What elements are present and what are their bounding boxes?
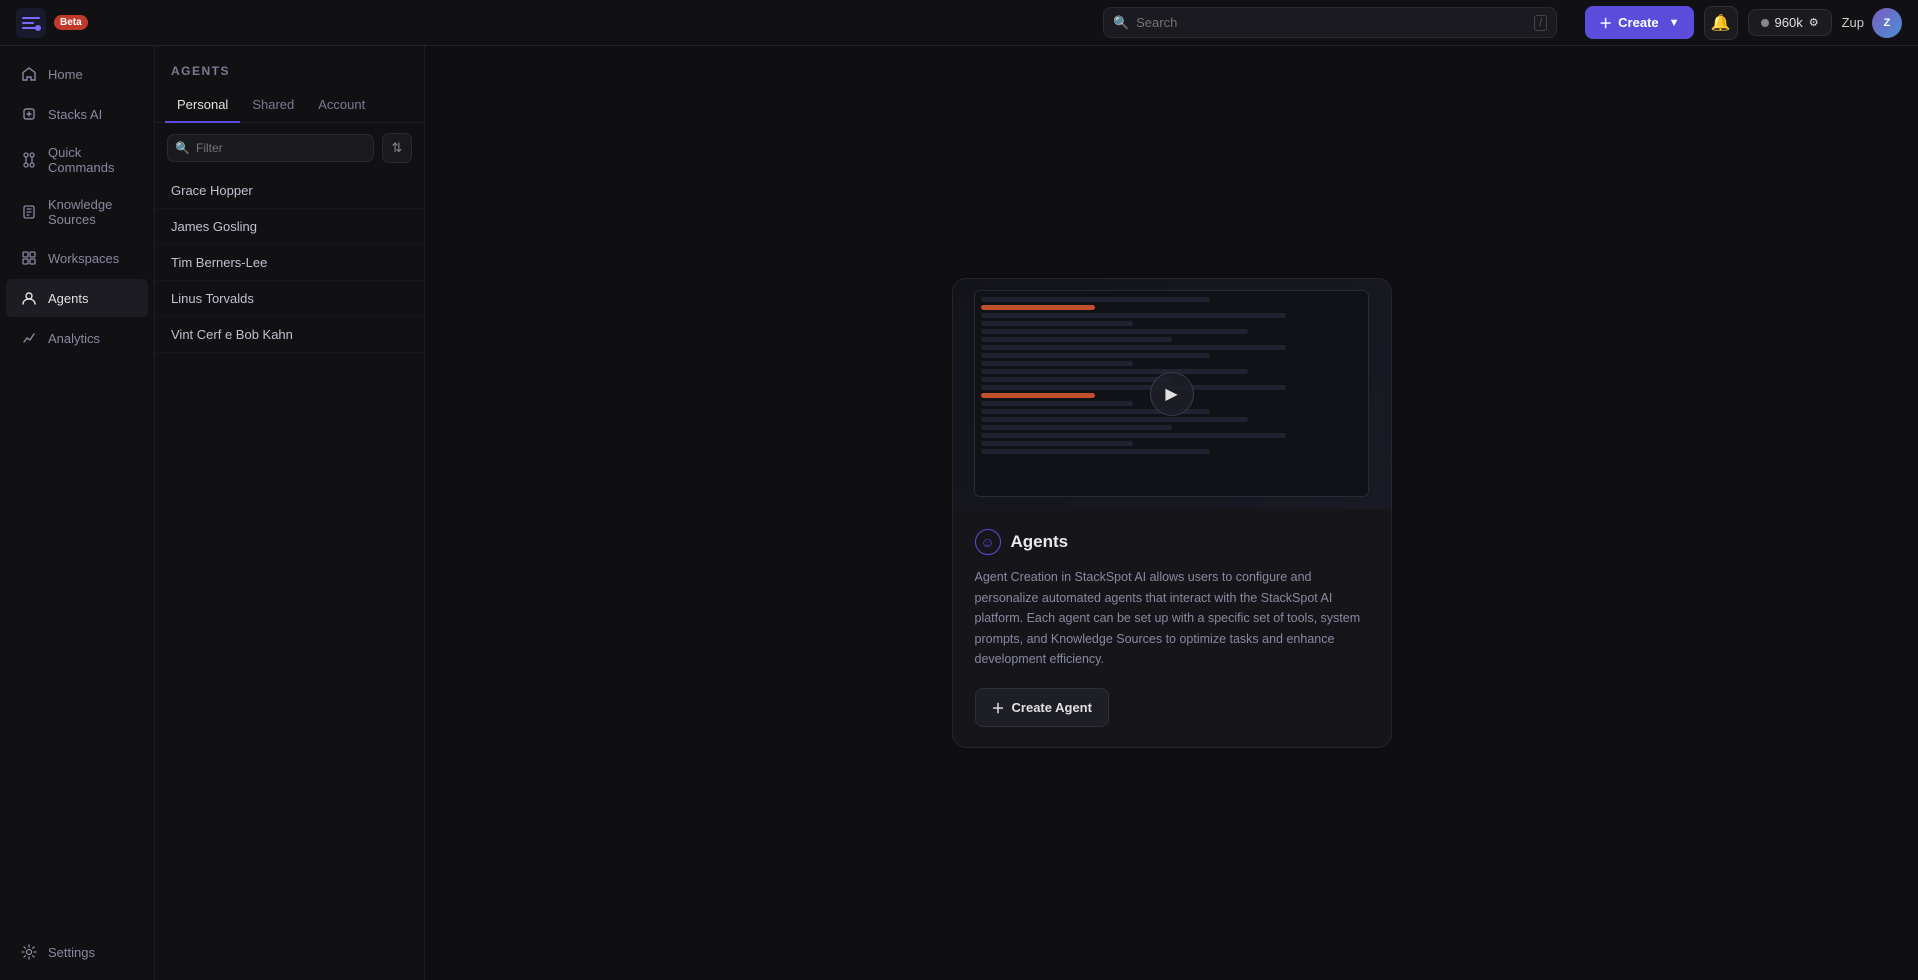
agents-filter-row: 🔍 ⇅ <box>155 123 424 173</box>
sidebar-item-settings[interactable]: Settings <box>6 933 148 971</box>
info-card-heading: ☺ Agents <box>975 529 1369 555</box>
search-bar: 🔍 / <box>1103 7 1557 38</box>
info-card-preview: ▶ <box>953 279 1391 509</box>
smiley-icon: ☺ <box>975 529 1001 555</box>
content-area: AGENTS Personal Shared Account 🔍 ⇅ Grace… <box>155 46 1918 980</box>
plus-icon: ＋ <box>992 698 1005 717</box>
logo-area: Beta <box>16 8 88 38</box>
sidebar-item-label-agents: Agents <box>48 291 88 306</box>
agents-panel: AGENTS Personal Shared Account 🔍 ⇅ Grace… <box>155 46 425 980</box>
user-area[interactable]: Zup Z <box>1842 8 1902 38</box>
agents-tabs: Personal Shared Account <box>155 88 424 123</box>
sidebar-item-label-quick-commands: Quick Commands <box>48 145 134 175</box>
main-content: ▶ ☺ Agents Agent Creation in StackSpot A… <box>425 46 1918 980</box>
agents-panel-title: AGENTS <box>171 64 408 78</box>
beta-badge: Beta <box>54 15 88 30</box>
stackspot-logo <box>16 8 46 38</box>
sidebar-item-label-workspaces: Workspaces <box>48 251 119 266</box>
sidebar-item-stacks-ai[interactable]: Stacks AI <box>6 95 148 133</box>
sidebar-item-workspaces[interactable]: Workspaces <box>6 239 148 277</box>
play-button[interactable]: ▶ <box>1150 372 1194 416</box>
info-card: ▶ ☺ Agents Agent Creation in StackSpot A… <box>952 278 1392 748</box>
settings-icon <box>20 943 38 961</box>
agents-list: Grace Hopper James Gosling Tim Berners-L… <box>155 173 424 980</box>
list-item[interactable]: Vint Cerf e Bob Kahn <box>155 317 424 353</box>
command-icon <box>20 151 38 169</box>
username-label: Zup <box>1842 15 1864 30</box>
create-label: Create <box>1618 15 1658 30</box>
create-dropdown-icon: ▼ <box>1669 17 1680 29</box>
create-agent-label: Create Agent <box>1012 700 1092 715</box>
notifications-button[interactable]: 🔔 <box>1704 6 1738 40</box>
main-layout: Home Stacks AI Quick Commands Knowledge … <box>0 46 1918 980</box>
tab-shared[interactable]: Shared <box>240 88 306 123</box>
sidebar: Home Stacks AI Quick Commands Knowledge … <box>0 46 155 980</box>
info-card-title: Agents <box>1011 532 1069 552</box>
sidebar-item-label-knowledge-sources: Knowledge Sources <box>48 197 134 227</box>
search-shortcut: / <box>1534 15 1547 31</box>
plus-icon: ＋ <box>1599 13 1612 32</box>
list-item[interactable]: Grace Hopper <box>155 173 424 209</box>
sidebar-item-label-settings: Settings <box>48 945 95 960</box>
filter-input-wrap: 🔍 <box>167 134 374 162</box>
credits-settings-icon: ⚙ <box>1809 16 1819 29</box>
list-item[interactable]: James Gosling <box>155 209 424 245</box>
sidebar-item-home[interactable]: Home <box>6 55 148 93</box>
search-icon: 🔍 <box>1113 15 1129 31</box>
filter-search-icon: 🔍 <box>175 141 190 155</box>
create-button[interactable]: ＋ Create ▼ <box>1585 6 1693 39</box>
bell-icon: 🔔 <box>1711 13 1731 33</box>
tab-personal[interactable]: Personal <box>165 88 240 123</box>
tab-account[interactable]: Account <box>306 88 377 123</box>
credits-badge[interactable]: 960k ⚙ <box>1748 9 1832 36</box>
credits-value: 960k <box>1775 15 1803 30</box>
sidebar-item-label-home: Home <box>48 67 83 82</box>
home-icon <box>20 65 38 83</box>
ai-icon <box>20 105 38 123</box>
info-card-body: ☺ Agents Agent Creation in StackSpot AI … <box>953 509 1391 747</box>
topbar: Beta 🔍 / ＋ Create ▼ 🔔 960k ⚙ Zup Z <box>0 0 1918 46</box>
agent-filter-input[interactable] <box>167 134 374 162</box>
sidebar-item-label-analytics: Analytics <box>48 331 100 346</box>
filter-sort-button[interactable]: ⇅ <box>382 133 412 163</box>
list-item[interactable]: Tim Berners-Lee <box>155 245 424 281</box>
agent-icon <box>20 289 38 307</box>
list-item[interactable]: Linus Torvalds <box>155 281 424 317</box>
sidebar-item-knowledge-sources[interactable]: Knowledge Sources <box>6 187 148 237</box>
play-icon: ▶ <box>1165 384 1177 404</box>
workspace-icon <box>20 249 38 267</box>
sidebar-bottom: Settings <box>0 932 154 972</box>
credits-dot-icon <box>1761 19 1769 27</box>
sidebar-item-agents[interactable]: Agents <box>6 279 148 317</box>
create-agent-button[interactable]: ＋ Create Agent <box>975 688 1109 727</box>
sidebar-item-quick-commands[interactable]: Quick Commands <box>6 135 148 185</box>
topbar-right: ＋ Create ▼ 🔔 960k ⚙ Zup Z <box>1585 6 1902 40</box>
avatar: Z <box>1872 8 1902 38</box>
sidebar-item-label-stacks-ai: Stacks AI <box>48 107 102 122</box>
sort-icon: ⇅ <box>392 140 403 156</box>
preview-screenshot: ▶ <box>953 279 1391 509</box>
search-input[interactable] <box>1103 7 1557 38</box>
info-card-description: Agent Creation in StackSpot AI allows us… <box>975 567 1369 670</box>
analytics-icon <box>20 329 38 347</box>
book-icon <box>20 203 38 221</box>
agents-panel-header: AGENTS <box>155 46 424 88</box>
sidebar-item-analytics[interactable]: Analytics <box>6 319 148 357</box>
